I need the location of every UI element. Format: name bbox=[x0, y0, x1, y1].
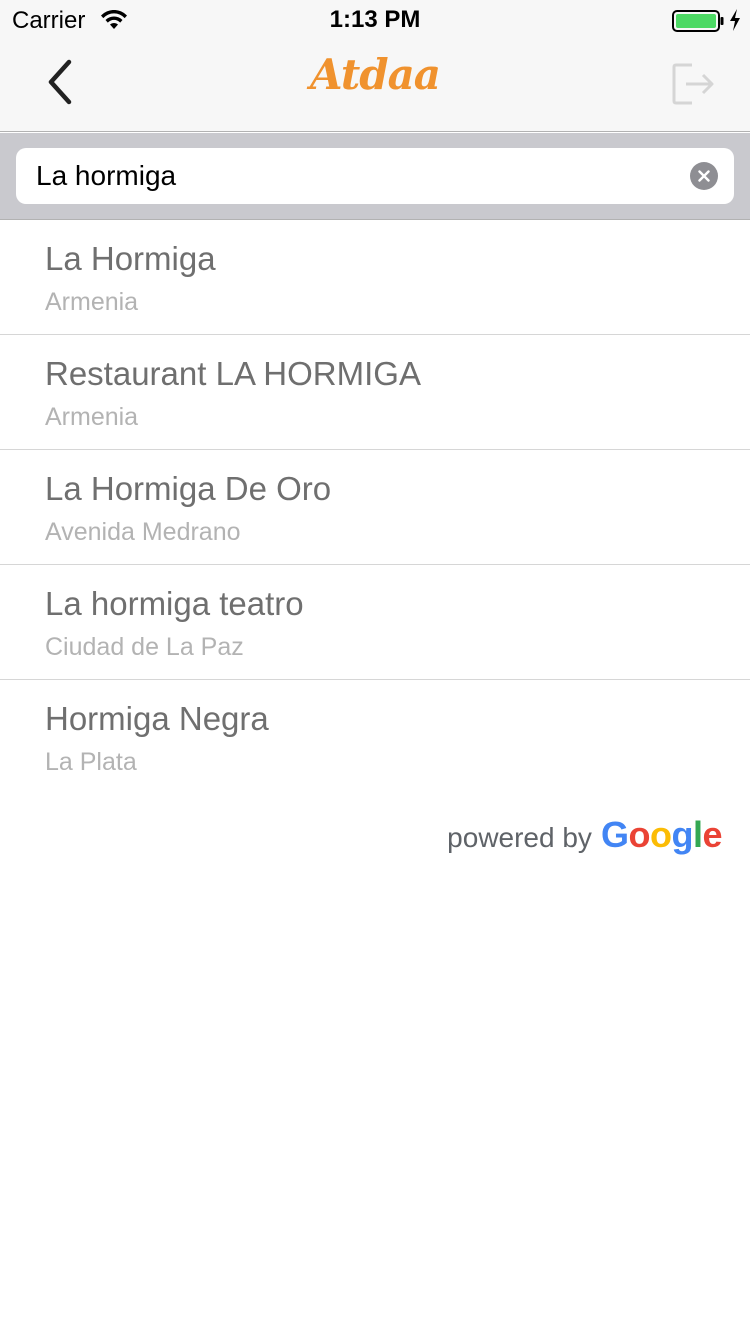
result-item[interactable]: La Hormiga De Oro Avenida Medrano bbox=[0, 450, 750, 565]
navigation-bar: Atdaa bbox=[0, 40, 750, 132]
search-bar bbox=[0, 133, 750, 220]
status-bar: Carrier 1:13 PM bbox=[0, 0, 750, 40]
result-item[interactable]: La Hormiga Armenia bbox=[0, 220, 750, 335]
result-area: La Plata bbox=[45, 748, 137, 776]
result-name: Restaurant LA HORMIGA bbox=[45, 355, 421, 392]
result-item[interactable]: Hormiga Negra La Plata bbox=[0, 680, 750, 795]
result-name: La hormiga teatro bbox=[45, 585, 304, 622]
google-letter: e bbox=[702, 814, 722, 855]
app-logo: Atdaa bbox=[309, 50, 441, 99]
search-field[interactable] bbox=[16, 148, 734, 204]
search-input[interactable] bbox=[36, 148, 686, 204]
result-item[interactable]: Restaurant LA HORMIGA Armenia bbox=[0, 335, 750, 450]
google-letter: g bbox=[671, 814, 693, 855]
clear-search-button[interactable] bbox=[690, 162, 718, 190]
google-letter: o bbox=[649, 814, 672, 855]
charging-bolt-icon bbox=[730, 9, 740, 31]
google-logo: Google bbox=[600, 814, 723, 856]
result-area: Avenida Medrano bbox=[45, 518, 241, 546]
status-time: 1:13 PM bbox=[329, 6, 421, 33]
powered-by-label: powered by bbox=[447, 822, 592, 853]
result-area: Armenia bbox=[45, 288, 139, 316]
result-name: Hormiga Negra bbox=[45, 700, 269, 737]
powered-by-google: powered by Google bbox=[447, 814, 722, 856]
clear-icon bbox=[698, 170, 710, 182]
google-letter: o bbox=[628, 814, 650, 855]
result-name: La Hormiga bbox=[45, 240, 216, 277]
result-area: Ciudad de La Paz bbox=[45, 633, 244, 661]
result-area: Armenia bbox=[45, 403, 139, 431]
results-list: La Hormiga Armenia Restaurant LA HORMIGA… bbox=[0, 220, 750, 795]
result-item[interactable]: La hormiga teatro Ciudad de La Paz bbox=[0, 565, 750, 680]
battery-icon bbox=[672, 10, 724, 32]
logout-icon bbox=[672, 63, 714, 105]
logout-button[interactable] bbox=[664, 54, 724, 114]
google-letter: G bbox=[600, 814, 629, 855]
result-name: La Hormiga De Oro bbox=[45, 470, 332, 507]
